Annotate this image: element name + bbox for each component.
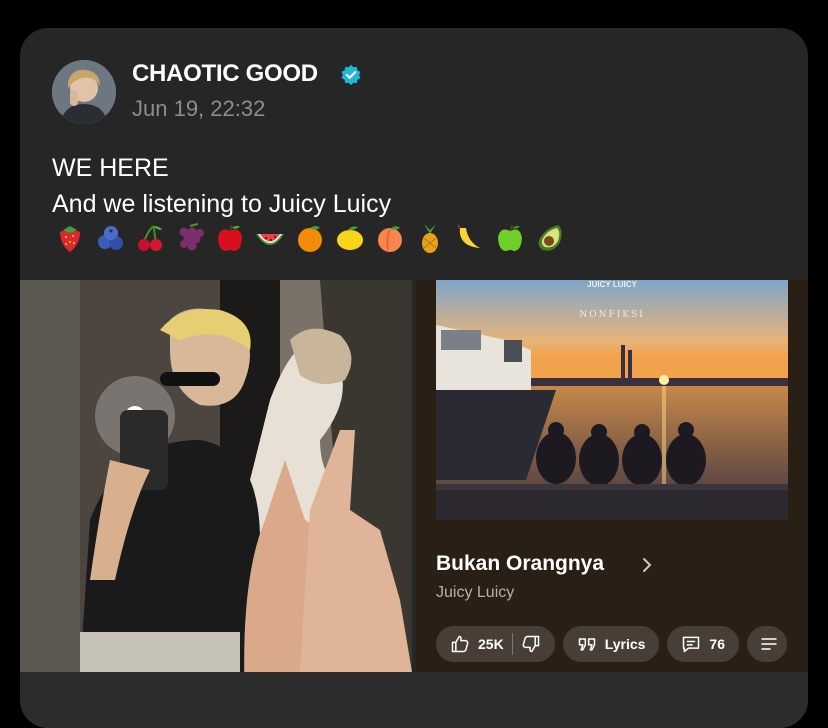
banana-icon [452, 220, 488, 256]
watermelon-icon [252, 220, 288, 256]
green-apple-icon [492, 220, 528, 256]
avocado-icon [532, 220, 568, 256]
thumbs-down-icon[interactable] [521, 634, 541, 654]
post-photo[interactable] [20, 280, 412, 672]
comment-icon [683, 636, 700, 653]
more-button[interactable] [747, 626, 787, 662]
post-timestamp[interactable]: Jun 19, 22:32 [132, 96, 265, 122]
lyrics-button[interactable]: Lyrics [562, 626, 660, 662]
chevron-right-icon[interactable] [640, 556, 654, 574]
peach-icon [372, 220, 408, 256]
lemon-icon [332, 220, 368, 256]
pineapple-icon [412, 220, 448, 256]
album-cover[interactable]: JUICY LUICY NONFIKSI [436, 280, 788, 520]
strawberry-icon [52, 220, 88, 256]
post-card: CHAOTIC GOOD Jun 19, 22:32 WE HERE And w… [20, 28, 808, 728]
music-actions: 25K Lyrics 76 [436, 626, 787, 662]
quote-icon [578, 638, 595, 651]
emoji-row [52, 220, 568, 256]
author-avatar[interactable] [52, 60, 116, 124]
divider [511, 633, 513, 655]
music-card[interactable]: JUICY LUICY NONFIKSI Bukan Orangnya Juic… [416, 280, 808, 672]
card-footer [20, 672, 808, 728]
blueberries-icon [92, 220, 128, 256]
red-apple-icon [212, 220, 248, 256]
post-line-1: WE HERE [52, 154, 169, 182]
song-title[interactable]: Bukan Orangnya [436, 552, 604, 576]
like-count[interactable]: 25K [478, 636, 504, 652]
song-artist[interactable]: Juicy Luicy [436, 584, 514, 602]
grapes-icon [172, 220, 208, 256]
cover-brand: NONFIKSI [579, 310, 645, 320]
lyrics-label: Lyrics [604, 636, 646, 652]
cover-logo: JUICY LUICY [587, 280, 637, 289]
tangerine-icon [292, 220, 328, 256]
post-media: JUICY LUICY NONFIKSI Bukan Orangnya Juic… [20, 280, 808, 672]
comments-button[interactable]: 76 [667, 626, 739, 662]
comment-count: 76 [709, 636, 725, 652]
author-name[interactable]: CHAOTIC GOOD [132, 60, 318, 88]
cherries-icon [132, 220, 168, 256]
like-dislike-group: 25K [436, 626, 555, 662]
post-body: WE HERE And we listening to Juicy Luicy [52, 150, 391, 222]
verified-badge-icon [341, 64, 361, 86]
post-line-2: And we listening to Juicy Luicy [52, 190, 392, 218]
thumbs-up-icon[interactable] [450, 634, 470, 654]
list-icon [761, 638, 777, 650]
